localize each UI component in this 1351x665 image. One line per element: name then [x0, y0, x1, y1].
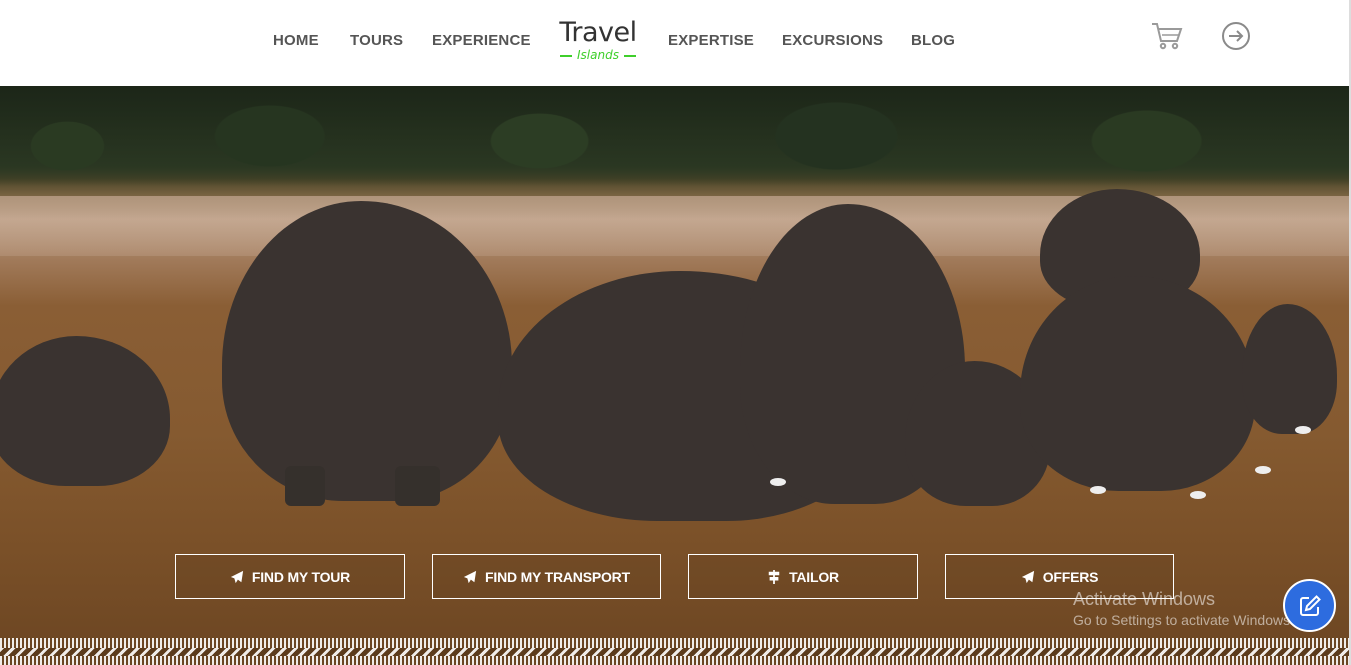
offers-label: OFFERS — [1042, 568, 1099, 585]
nav-expertise[interactable]: EXPERTISE — [668, 32, 754, 49]
find-my-transport-label: FIND MY TRANSPORT — [485, 568, 630, 585]
find-my-transport-button[interactable]: FIND MY TRANSPORT — [432, 554, 661, 599]
logo-subtitle: Islands — [556, 48, 640, 62]
nav-experience[interactable]: EXPERIENCE — [432, 32, 531, 49]
site-header: HOME TOURS EXPERIENCE Travel Islands EXP… — [0, 0, 1351, 86]
elephant-leg — [395, 466, 440, 506]
elephant-image — [1242, 304, 1337, 434]
edit-icon — [1299, 594, 1321, 616]
nav-excursions[interactable]: EXCURSIONS — [782, 32, 883, 49]
windows-activation-watermark: Activate Windows Go to Settings to activ… — [1073, 588, 1294, 630]
cart-icon[interactable] — [1150, 20, 1184, 52]
paper-plane-icon — [230, 570, 244, 583]
paper-plane-icon — [1021, 570, 1034, 583]
nav-tours[interactable]: TOURS — [350, 32, 403, 49]
paper-plane-icon — [463, 570, 477, 583]
nav-home[interactable]: HOME — [273, 32, 319, 49]
tailor-button[interactable]: TAILOR — [688, 554, 918, 599]
watermark-subtitle: Go to Settings to activate Windows. — [1073, 612, 1294, 628]
logo-title: Travel — [559, 17, 637, 48]
egret-image — [1295, 426, 1311, 434]
signpost-icon — [768, 569, 780, 584]
hero-banner: FIND MY TOUR FIND MY TRANSPORT TAILOR OF… — [0, 86, 1349, 665]
elephant-leg — [285, 466, 325, 506]
decorative-border-pattern — [0, 638, 1349, 665]
edit-floating-button[interactable] — [1283, 579, 1336, 632]
egret-image — [1255, 466, 1271, 474]
egret-image — [1090, 486, 1106, 494]
find-my-tour-button[interactable]: FIND MY TOUR — [175, 554, 405, 599]
tailor-label: TAILOR — [789, 568, 839, 585]
egret-image — [1190, 491, 1206, 499]
egret-image — [770, 478, 786, 486]
nav-blog[interactable]: BLOG — [911, 32, 955, 49]
site-logo[interactable]: Travel Islands — [556, 18, 640, 68]
find-my-tour-label: FIND MY TOUR — [251, 568, 351, 585]
watermark-title: Activate Windows — [1073, 589, 1216, 609]
elephant-image — [1020, 276, 1255, 491]
elephant-image — [0, 336, 170, 486]
forest-background — [0, 86, 1349, 186]
login-arrow-icon[interactable] — [1220, 20, 1252, 52]
